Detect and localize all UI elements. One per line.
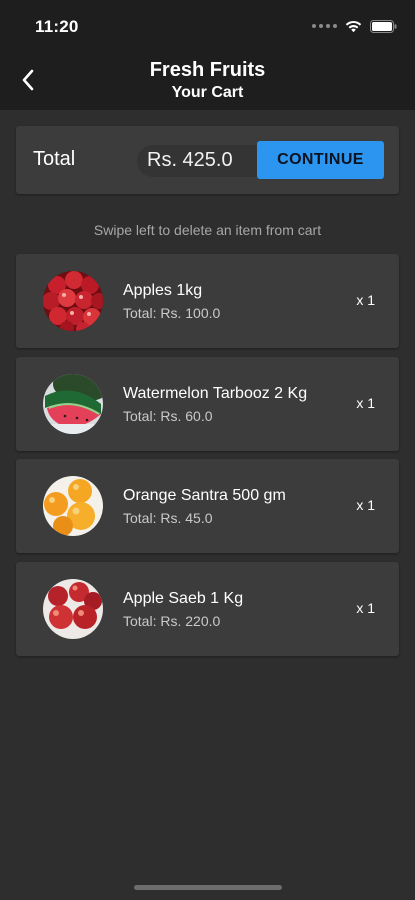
total-amount: Rs. 425.0 — [147, 149, 233, 171]
cart-total-card: Total Rs. 425.0 CONTINUE — [16, 126, 399, 194]
signal-icon — [312, 24, 337, 28]
cart-list: Apples 1kg Total: Rs. 100.0 x 1 Watermel… — [16, 254, 399, 664]
oranges-image — [43, 476, 103, 536]
cart-item[interactable]: Apple Saeb 1 Kg Total: Rs. 220.0 x 1 — [16, 561, 399, 656]
item-total: Total: Rs. 45.0 — [123, 510, 213, 526]
item-name: Watermelon Tarbooz 2 Kg — [123, 384, 308, 402]
item-quantity: x 1 — [356, 599, 375, 616]
status-time: 11:20 — [35, 17, 79, 36]
apples-image — [43, 271, 103, 331]
home-indicator[interactable] — [134, 885, 282, 890]
item-total: Total: Rs. 100.0 — [123, 305, 221, 321]
wifi-icon — [345, 20, 362, 33]
watermelon-image — [43, 373, 103, 434]
item-total: Total: Rs. 220.0 — [123, 612, 221, 629]
page-title: Fresh Fruits — [149, 59, 266, 81]
item-name: Orange Santra 500 gm — [123, 487, 286, 504]
nav-header: Fresh Fruits Your Cart — [0, 52, 415, 110]
status-icons — [312, 18, 397, 34]
item-name: Apples 1kg — [123, 282, 203, 299]
status-bar: 11:20 — [0, 0, 415, 52]
cart-item[interactable]: Orange Santra 500 gm Total: Rs. 45.0 x 1 — [16, 459, 399, 553]
item-name: Apple Saeb 1 Kg — [123, 589, 244, 607]
battery-icon — [370, 19, 397, 33]
cart-item[interactable]: Watermelon Tarbooz 2 Kg Total: Rs. 60.0 … — [16, 356, 399, 451]
page-subtitle: Your Cart — [171, 84, 244, 101]
swipe-hint: Swipe left to delete an item from cart — [93, 222, 322, 238]
item-quantity: x 1 — [356, 394, 375, 411]
item-quantity: x 1 — [356, 292, 375, 308]
total-label: Total — [33, 148, 76, 170]
item-total: Total: Rs. 60.0 — [123, 407, 213, 424]
red-apples-image — [43, 578, 103, 639]
continue-button[interactable]: CONTINUE — [257, 141, 384, 179]
item-quantity: x 1 — [356, 497, 375, 513]
cart-item[interactable]: Apples 1kg Total: Rs. 100.0 x 1 — [16, 254, 399, 348]
